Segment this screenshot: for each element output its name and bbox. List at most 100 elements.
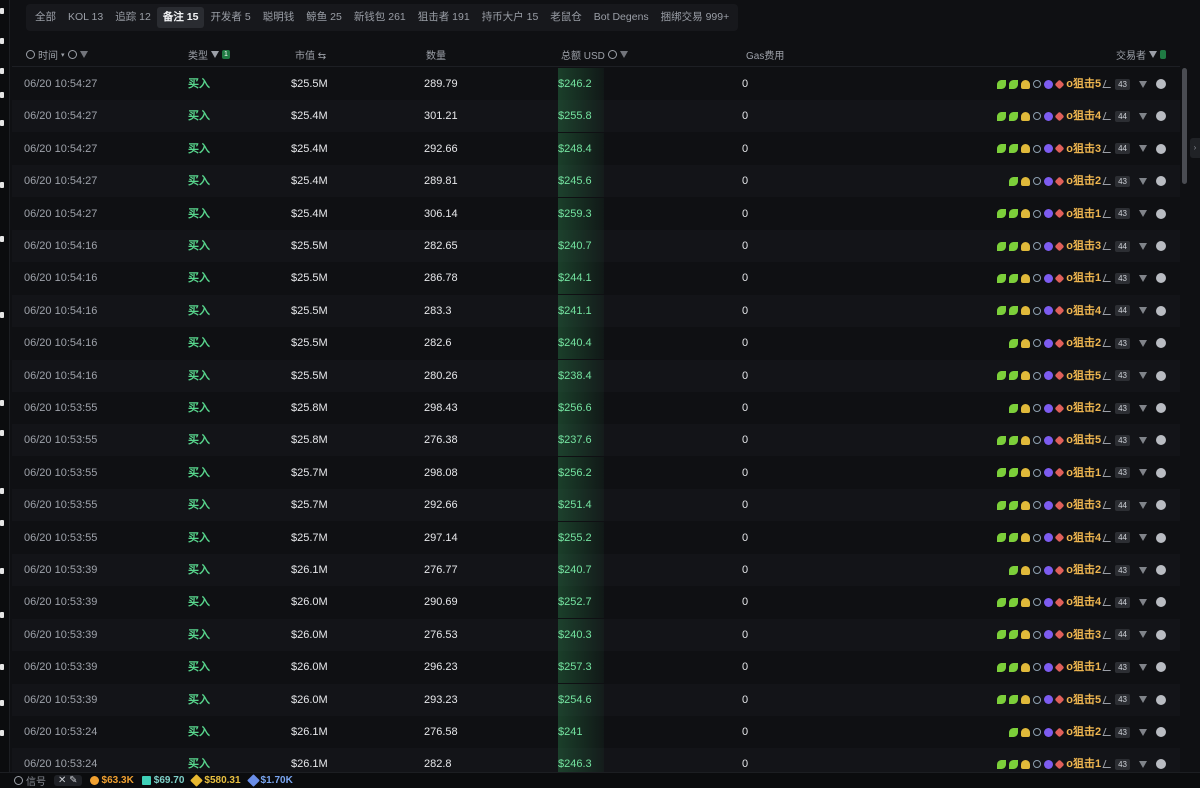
trader-cell[interactable]: o狙击4 44 (997, 100, 1166, 132)
trader-name[interactable]: o狙击2 (1066, 716, 1101, 748)
explorer-icon[interactable] (1156, 208, 1166, 219)
trader-name[interactable]: o狙击4 (1066, 295, 1101, 327)
explorer-icon[interactable] (1156, 727, 1166, 737)
col-mcap[interactable]: 市值 ⇆ (295, 47, 326, 62)
edit-icon[interactable] (1102, 695, 1114, 704)
trader-cell[interactable]: o狙击2 43 (1009, 716, 1166, 748)
table-row[interactable]: 06/20 10:53:24 买入 $26.1M 276.58 $241 0 o狙击2 43 (12, 716, 1180, 748)
trader-cell[interactable]: o狙击1 43 (997, 457, 1166, 489)
explorer-icon[interactable] (1156, 241, 1166, 251)
trader-cell[interactable]: o狙击4 44 (997, 295, 1166, 327)
filter-icon[interactable] (1139, 598, 1147, 606)
table-row[interactable]: 06/20 10:54:27 买入 $25.4M 301.21 $255.8 0 o狙击4 4… (12, 100, 1180, 133)
filter-icon[interactable] (1139, 469, 1147, 477)
trader-cell[interactable]: o狙击1 43 (997, 651, 1166, 683)
explorer-icon[interactable] (1156, 79, 1166, 89)
filter-icon[interactable] (1139, 80, 1147, 88)
explorer-icon[interactable] (1156, 694, 1166, 705)
trader-name[interactable]: o狙击2 (1066, 327, 1101, 359)
trader-cell[interactable]: o狙击2 43 (1009, 165, 1166, 197)
explorer-icon[interactable] (1156, 532, 1166, 543)
trader-name[interactable]: o狙击5 (1066, 424, 1101, 456)
edit-icon[interactable] (1102, 436, 1114, 445)
edit-icon[interactable] (1102, 242, 1114, 250)
x-link-button[interactable]: ✕ ✎ (54, 775, 82, 786)
tab-12[interactable]: 捆绑交易 999+ (655, 7, 736, 28)
trader-name[interactable]: o狙击1 (1066, 748, 1101, 772)
col-type[interactable]: 类型 1 (188, 47, 230, 62)
filter-icon[interactable] (1139, 534, 1147, 542)
edit-icon[interactable] (1102, 209, 1114, 218)
filter-icon[interactable] (1139, 631, 1147, 639)
edit-icon[interactable] (1102, 501, 1114, 510)
explorer-icon[interactable] (1156, 176, 1166, 187)
trader-cell[interactable]: o狙击2 43 (1009, 554, 1166, 586)
currency-toggle-icon[interactable] (607, 50, 617, 59)
table-row[interactable]: 06/20 10:54:16 买入 $25.5M 280.26 $238.4 0 o狙击5 4… (12, 359, 1180, 392)
filter-icon[interactable] (619, 51, 628, 58)
trader-cell[interactable]: o狙击3 44 (997, 489, 1166, 521)
table-row[interactable]: 06/20 10:54:27 买入 $25.4M 292.66 $248.4 0 o狙击3 4… (12, 132, 1180, 165)
trader-name[interactable]: o狙击1 (1066, 262, 1101, 294)
explorer-icon[interactable] (1156, 565, 1166, 575)
trader-cell[interactable]: o狙击3 44 (997, 619, 1166, 651)
filter-icon[interactable] (79, 51, 88, 58)
explorer-icon[interactable] (1156, 759, 1166, 770)
trader-cell[interactable]: o狙击4 44 (997, 522, 1166, 554)
tab-10[interactable]: 老鼠仓 (544, 7, 588, 28)
table-row[interactable]: 06/20 10:53:55 买入 $25.8M 276.38 $237.6 0 o狙击5 4… (12, 424, 1180, 457)
explorer-icon[interactable] (1156, 500, 1166, 511)
edit-icon[interactable] (1102, 404, 1114, 412)
sort-icon[interactable]: ▾ (61, 51, 65, 59)
tab-2[interactable]: 追踪 12 (109, 7, 157, 28)
table-row[interactable]: 06/20 10:54:16 买入 $25.5M 282.6 $240.4 0 o狙击2 43 (12, 327, 1180, 360)
table-row[interactable]: 06/20 10:54:16 买入 $25.5M 286.78 $244.1 0 o狙击1 4… (12, 262, 1180, 295)
settings-icon[interactable] (26, 50, 35, 59)
edit-icon[interactable] (1102, 728, 1114, 736)
tab-7[interactable]: 新钱包 261 (348, 7, 412, 28)
table-row[interactable]: 06/20 10:53:55 买入 $25.7M 298.08 $256.2 0 o狙击1 4… (12, 456, 1180, 489)
explorer-icon[interactable] (1156, 338, 1166, 349)
side-panel-toggle[interactable]: › (1190, 138, 1200, 158)
filter-icon[interactable] (1139, 372, 1147, 380)
edit-icon[interactable] (1102, 144, 1114, 153)
filter-icon[interactable] (1139, 307, 1147, 315)
filter-icon[interactable] (1139, 663, 1147, 671)
edit-icon[interactable] (1102, 306, 1114, 315)
eth-price[interactable]: $1.70K (246, 774, 293, 787)
btc-price[interactable]: $63.3K (89, 775, 134, 786)
edit-icon[interactable] (1102, 339, 1114, 348)
explorer-icon[interactable] (1156, 629, 1166, 640)
table-row[interactable]: 06/20 10:53:55 买入 $25.7M 297.14 $255.2 0 o狙击4 4… (12, 521, 1180, 554)
explorer-icon[interactable] (1156, 273, 1166, 284)
filter-icon[interactable] (1139, 145, 1147, 153)
trader-cell[interactable]: o狙击3 44 (997, 133, 1166, 165)
trader-name[interactable]: o狙击1 (1066, 198, 1101, 230)
filter-icon[interactable] (211, 51, 219, 58)
explorer-icon[interactable] (1156, 111, 1166, 122)
explorer-icon[interactable] (1156, 403, 1166, 413)
filter-icon[interactable] (1139, 210, 1147, 218)
trader-cell[interactable]: o狙击2 43 (1009, 327, 1166, 359)
table-row[interactable]: 06/20 10:53:39 买入 $26.0M 276.53 $240.3 0 o狙击3 4… (12, 618, 1180, 651)
trader-name[interactable]: o狙击3 (1066, 230, 1101, 262)
edit-icon[interactable] (1102, 112, 1114, 121)
trader-name[interactable]: o狙击4 (1066, 586, 1101, 618)
table-row[interactable]: 06/20 10:54:27 买入 $25.4M 306.14 $259.3 0 o狙击1 4… (12, 197, 1180, 230)
tab-1[interactable]: KOL 13 (62, 7, 109, 28)
filter-icon[interactable] (1139, 728, 1147, 736)
explorer-icon[interactable] (1156, 597, 1166, 608)
table-row[interactable]: 06/20 10:54:27 买入 $25.5M 289.79 $246.2 0 o狙击5 4… (12, 68, 1180, 100)
table-row[interactable]: 06/20 10:53:39 买入 $26.0M 296.23 $257.3 0 o狙击1 4… (12, 651, 1180, 684)
trader-name[interactable]: o狙击5 (1066, 360, 1101, 392)
explorer-icon[interactable] (1156, 467, 1166, 478)
trader-cell[interactable]: o狙击1 43 (997, 748, 1166, 772)
explorer-icon[interactable] (1156, 662, 1166, 673)
col-trader[interactable]: 交易者 (1116, 47, 1166, 62)
tab-3[interactable]: 备注 15 (156, 7, 205, 28)
explorer-icon[interactable] (1156, 435, 1166, 446)
scrollbar[interactable] (1182, 68, 1187, 184)
table-row[interactable]: 06/20 10:53:55 买入 $25.8M 298.43 $256.6 0 o狙击2 4… (12, 392, 1180, 424)
explorer-icon[interactable] (1156, 370, 1166, 381)
edit-icon[interactable] (1102, 630, 1114, 639)
